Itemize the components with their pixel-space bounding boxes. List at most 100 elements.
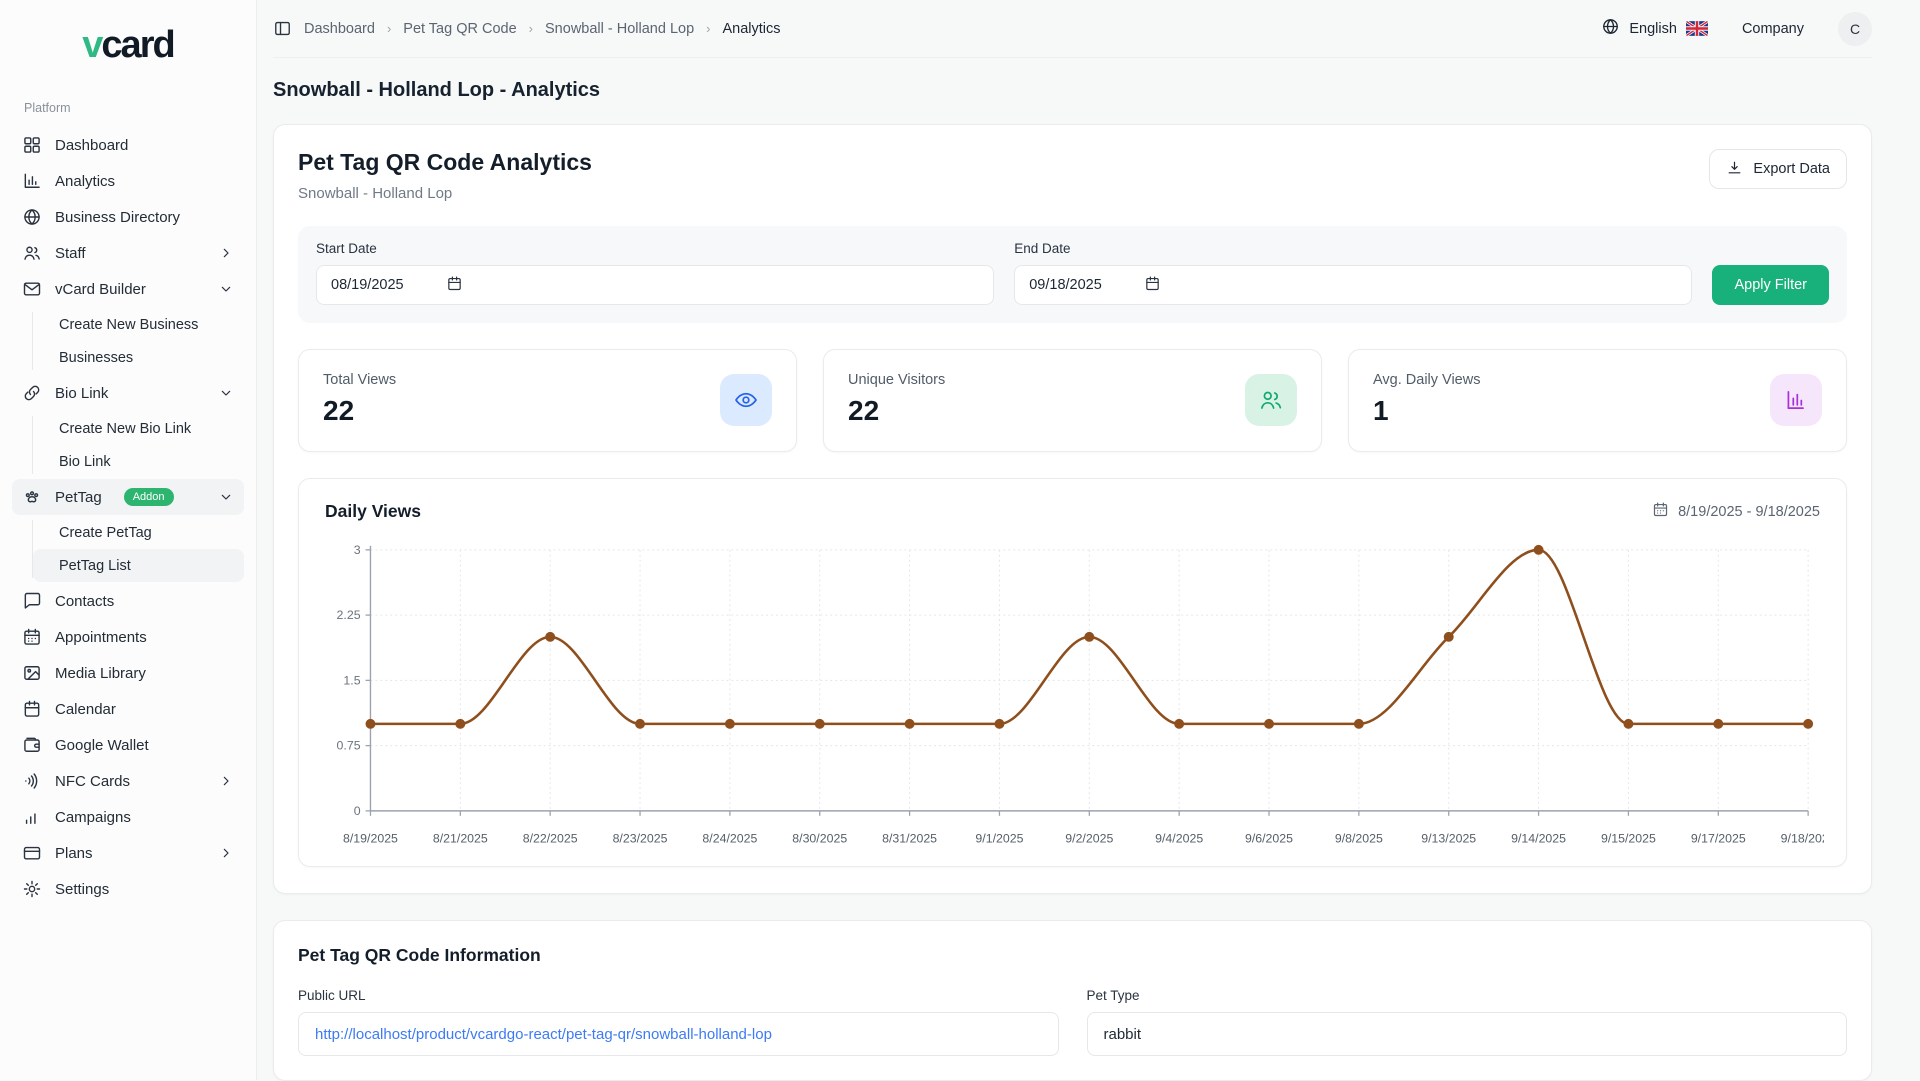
sidebar-item-contacts[interactable]: Contacts: [12, 583, 244, 619]
sidebar-item-label: Appointments: [55, 629, 147, 646]
svg-text:9/13/2025: 9/13/2025: [1421, 832, 1476, 846]
calendar-icon: [22, 699, 42, 719]
apply-filter-button[interactable]: Apply Filter: [1712, 265, 1829, 305]
pet-tag-info-card: Pet Tag QR Code Information Public URL h…: [273, 920, 1872, 1081]
sidebar-item-analytics[interactable]: Analytics: [12, 163, 244, 199]
google-wallet-icon: [22, 735, 42, 755]
sidebar-item-label: Staff: [55, 245, 86, 262]
analytics-card-header: Pet Tag QR Code Analytics Snowball - Hol…: [298, 149, 1847, 202]
end-date-value: 09/18/2025: [1029, 277, 1102, 293]
sidebar-subitem-create-new-bio-link[interactable]: Create New Bio Link: [33, 412, 244, 445]
svg-text:9/8/2025: 9/8/2025: [1335, 832, 1383, 846]
sidebar-item-campaigns[interactable]: Campaigns: [12, 799, 244, 835]
daily-views-line-chart: 00.751.52.2538/19/20258/21/20258/22/2025…: [321, 536, 1824, 852]
sidebar-item-label: Calendar: [55, 701, 116, 718]
pet-type-field: Pet Type rabbit: [1087, 988, 1848, 1056]
sidebar-item-nfc-cards[interactable]: NFC Cards: [12, 763, 244, 799]
pet-type-value: rabbit: [1104, 1026, 1142, 1043]
end-date-input[interactable]: 09/18/2025: [1014, 265, 1692, 305]
public-url-link[interactable]: http://localhost/product/vcardgo-react/p…: [315, 1026, 772, 1043]
pet-tag-info-title: Pet Tag QR Code Information: [298, 945, 1847, 966]
stat-value: 22: [323, 395, 396, 427]
sidebar-item-calendar[interactable]: Calendar: [12, 691, 244, 727]
nfc-cards-icon: [22, 771, 42, 791]
export-data-button[interactable]: Export Data: [1709, 149, 1847, 189]
svg-text:9/1/2025: 9/1/2025: [975, 832, 1023, 846]
start-date-input[interactable]: 08/19/2025: [316, 265, 994, 305]
pet-tag-info-grid: Public URL http://localhost/product/vcar…: [298, 988, 1847, 1056]
sidebar-item-label: Google Wallet: [55, 737, 149, 754]
sidebar-item-label: Analytics: [55, 173, 115, 190]
language-selector[interactable]: English: [1601, 17, 1708, 40]
stat-card-total-views: Total Views 22: [298, 349, 797, 452]
svg-text:8/23/2025: 8/23/2025: [613, 832, 668, 846]
chart-date-range: 8/19/2025 - 9/18/2025: [1652, 501, 1820, 522]
appointments-icon: [22, 627, 42, 647]
start-date-value: 08/19/2025: [331, 277, 404, 293]
stat-users-icon: [1245, 374, 1297, 426]
calendar-icon: [404, 275, 463, 296]
contacts-icon: [22, 591, 42, 611]
breadcrumb-separator: ›: [706, 21, 710, 36]
sidebar-item-dashboard[interactable]: Dashboard: [12, 127, 244, 163]
stat-label: Total Views: [323, 372, 396, 388]
globe-icon: [1601, 17, 1620, 40]
sidebar-subitem-businesses[interactable]: Businesses: [33, 341, 244, 374]
sidebar-item-plans[interactable]: Plans: [12, 835, 244, 871]
public-url-label: Public URL: [298, 988, 1059, 1003]
breadcrumb-snowball-holland-lop[interactable]: Snowball - Holland Lop: [545, 21, 694, 37]
pet-type-box: rabbit: [1087, 1012, 1848, 1056]
calendar-icon: [1652, 501, 1669, 522]
sidebar-toggle-icon[interactable]: [273, 19, 292, 38]
sidebar-item-settings[interactable]: Settings: [12, 871, 244, 907]
svg-text:3: 3: [354, 543, 361, 557]
svg-text:9/2/2025: 9/2/2025: [1065, 832, 1113, 846]
stat-label: Avg. Daily Views: [1373, 372, 1480, 388]
svg-text:9/6/2025: 9/6/2025: [1245, 832, 1293, 846]
stat-texts: Avg. Daily Views1: [1373, 372, 1480, 427]
sidebar-item-google-wallet[interactable]: Google Wallet: [12, 727, 244, 763]
avatar[interactable]: C: [1838, 12, 1872, 46]
sidebar-item-business-directory[interactable]: Business Directory: [12, 199, 244, 235]
svg-text:8/31/2025: 8/31/2025: [882, 832, 937, 846]
sidebar-subitem-pettag-list[interactable]: PetTag List: [33, 549, 244, 582]
sidebar-item-media-library[interactable]: Media Library: [12, 655, 244, 691]
breadcrumb-pet-tag-qr-code[interactable]: Pet Tag QR Code: [403, 21, 516, 37]
plans-icon: [22, 843, 42, 863]
svg-text:1.5: 1.5: [343, 673, 360, 687]
business-directory-icon: [22, 207, 42, 227]
svg-text:0.75: 0.75: [337, 739, 361, 753]
logo-text: card: [101, 24, 173, 66]
svg-text:9/4/2025: 9/4/2025: [1155, 832, 1203, 846]
column-chart-icon: [1770, 374, 1822, 426]
chart-header: Daily Views 8/19/2025 - 9/18/2025: [321, 499, 1824, 522]
sidebar-item-staff[interactable]: Staff: [12, 235, 244, 271]
sidebar-item-bio-link[interactable]: Bio Link: [12, 375, 244, 411]
svg-text:9/18/2025: 9/18/2025: [1781, 832, 1824, 846]
main-area: Dashboard›Pet Tag QR Code›Snowball - Hol…: [257, 0, 1920, 1081]
sidebar-item-appointments[interactable]: Appointments: [12, 619, 244, 655]
sidebar-subitem-create-pettag[interactable]: Create PetTag: [33, 516, 244, 549]
settings-icon: [22, 879, 42, 899]
analytics-subtitle: Snowball - Holland Lop: [298, 185, 592, 202]
sidebar-subitem-bio-link[interactable]: Bio Link: [33, 445, 244, 478]
logo-accent: v: [82, 24, 101, 66]
breadcrumb-dashboard[interactable]: Dashboard: [304, 21, 375, 37]
app-logo: vcard: [12, 24, 244, 67]
sidebar-item-label: Contacts: [55, 593, 114, 610]
uk-flag-icon: [1686, 21, 1708, 36]
stat-card-avg-daily-views: Avg. Daily Views1: [1348, 349, 1847, 452]
chevron-right-icon: [218, 245, 234, 261]
download-icon: [1726, 159, 1743, 180]
start-date-label: Start Date: [316, 241, 994, 256]
breadcrumb-analytics[interactable]: Analytics: [722, 21, 780, 37]
sidebar-item-vcard-builder[interactable]: vCard Builder: [12, 271, 244, 307]
breadcrumb: Dashboard›Pet Tag QR Code›Snowball - Hol…: [273, 19, 781, 38]
sidebar-item-pettag[interactable]: PetTagAddon: [12, 479, 244, 515]
sidebar-item-label: Business Directory: [55, 209, 180, 226]
svg-text:8/24/2025: 8/24/2025: [702, 832, 757, 846]
svg-text:8/30/2025: 8/30/2025: [792, 832, 847, 846]
sidebar-subitem-create-new-business[interactable]: Create New Business: [33, 308, 244, 341]
sidebar-item-label: Media Library: [55, 665, 146, 682]
bio-link-icon: [22, 383, 42, 403]
